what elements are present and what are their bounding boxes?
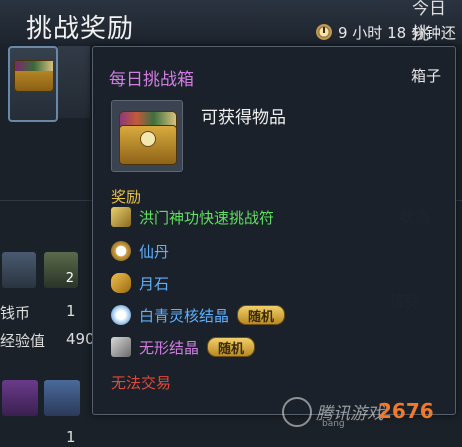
reward-header: 奖励 bbox=[111, 188, 142, 206]
bottom-coin-value: 1 bbox=[66, 428, 76, 446]
moonstone-icon bbox=[111, 273, 131, 293]
tooltip-subtitle: 可获得物品 bbox=[201, 108, 286, 128]
chest-icon bbox=[111, 100, 183, 172]
chest-lock bbox=[140, 131, 156, 147]
gift-box-icon[interactable] bbox=[44, 380, 80, 416]
timer: 9 小时 18 分钟还 bbox=[316, 20, 456, 44]
reward-slot-selected[interactable] bbox=[8, 46, 58, 122]
key-icon[interactable]: 2 bbox=[44, 252, 78, 288]
coin-value: 1 bbox=[66, 302, 76, 320]
reward-item: 仙丹 bbox=[111, 240, 169, 262]
chest-purple-icon[interactable] bbox=[2, 380, 38, 416]
scroll-icon bbox=[111, 207, 131, 227]
reward-slot[interactable] bbox=[58, 46, 90, 118]
formless-crystal-icon bbox=[111, 337, 131, 357]
watermark-sub: bang bbox=[322, 419, 345, 429]
timer-text: 9 小时 18 分钟还 bbox=[338, 23, 456, 42]
reward-item: 月石 bbox=[111, 272, 169, 294]
tooltip-title: 每日挑战箱 bbox=[109, 70, 194, 90]
clock-icon bbox=[316, 24, 332, 40]
exp-value: 490 bbox=[66, 330, 95, 348]
reward-name: 月石 bbox=[139, 274, 170, 293]
watermark-logo-icon bbox=[282, 397, 312, 427]
exp-label: 经验值 bbox=[0, 332, 46, 350]
reward-name: 洪门神功快速挑战符 bbox=[139, 208, 275, 227]
coin-label: 钱币 bbox=[0, 304, 31, 322]
chest-icon bbox=[14, 60, 54, 92]
random-badge: 随机 bbox=[207, 337, 256, 357]
tooltip-type: 箱子 bbox=[410, 67, 441, 85]
item-count: 2 bbox=[65, 271, 74, 286]
reward-name: 白青灵核结晶 bbox=[139, 306, 230, 325]
watermark: 腾讯游戏 bang 2676 bbox=[282, 395, 462, 435]
reward-name: 仙丹 bbox=[139, 242, 170, 261]
reward-name: 无形结晶 bbox=[139, 338, 200, 357]
no-trade-label: 无法交易 bbox=[111, 374, 172, 392]
reward-item: 洪门神功快速挑战符 bbox=[111, 206, 274, 228]
random-badge: 随机 bbox=[237, 305, 286, 325]
gourd-icon[interactable] bbox=[2, 252, 36, 288]
reward-item: 白青灵核结晶 随机 bbox=[111, 304, 286, 326]
elixir-icon bbox=[111, 241, 131, 261]
watermark-number: 2676 bbox=[378, 399, 434, 423]
crystal-orb-icon bbox=[111, 305, 131, 325]
item-tooltip: 每日挑战箱 箱子 可获得物品 奖励 洪门神功快速挑战符 仙丹 月石 白青灵核结晶… bbox=[92, 46, 456, 415]
reward-item: 无形结晶 随机 bbox=[111, 336, 256, 358]
panel-title: 挑战奖励 bbox=[26, 14, 135, 44]
